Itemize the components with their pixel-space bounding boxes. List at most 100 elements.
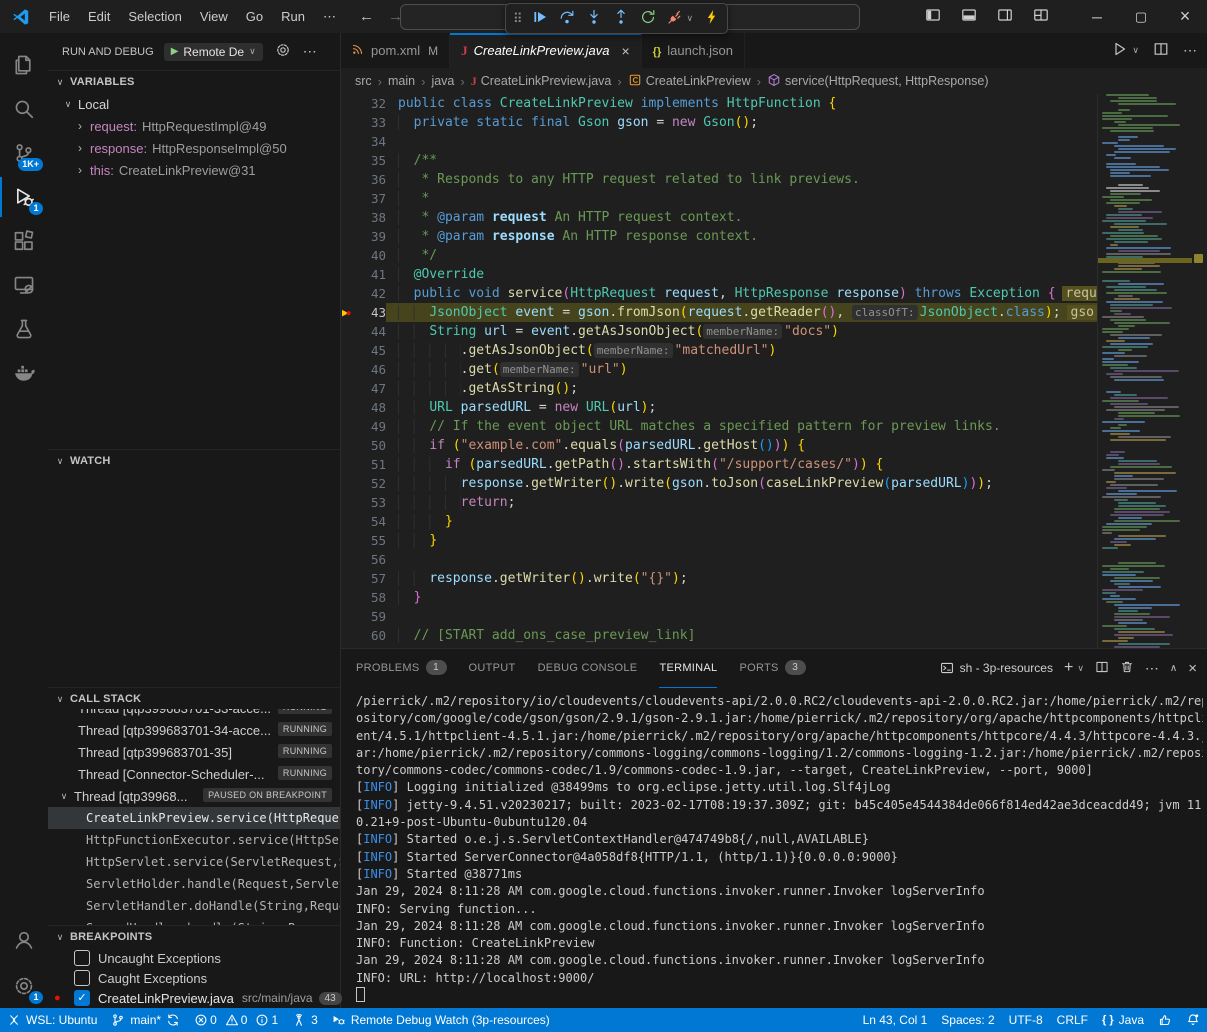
code-line[interactable]: 49 // If the event object URL matches a …: [340, 417, 1097, 436]
code-line[interactable]: 36 * Responds to any HTTP request relate…: [340, 170, 1097, 189]
run-java-button[interactable]: [1112, 41, 1128, 60]
activity-run-and-debug-icon[interactable]: 1: [0, 175, 48, 219]
breakpoint-checkbox[interactable]: ✓: [74, 990, 90, 1006]
code-line[interactable]: 50 if ("example.com".equals(parsedURL.ge…: [340, 436, 1097, 455]
step-into-button[interactable]: [586, 9, 602, 28]
gutter-line-number[interactable]: 59: [340, 607, 386, 626]
overview-ruler[interactable]: [1191, 94, 1207, 648]
hot-code-replace-button[interactable]: [704, 9, 720, 28]
new-terminal-icon[interactable]: +: [1064, 659, 1073, 677]
panel-tab-terminal[interactable]: TERMINAL: [659, 649, 717, 688]
kill-terminal-icon[interactable]: [1120, 660, 1134, 677]
gutter-line-number[interactable]: 34: [340, 132, 386, 151]
gutter-line-number[interactable]: 41: [340, 265, 386, 284]
activity-docker-icon[interactable]: [0, 351, 48, 395]
variable-row[interactable]: ›request:HttpRequestImpl@49: [48, 115, 340, 137]
activity-testing-icon[interactable]: [0, 307, 48, 351]
status-notifications[interactable]: [1179, 1013, 1207, 1027]
activity-search-icon[interactable]: [0, 87, 48, 131]
activity-extensions-icon[interactable]: [0, 219, 48, 263]
maximize-button[interactable]: ▢: [1119, 0, 1163, 33]
gutter-line-number[interactable]: 39: [340, 227, 386, 246]
gutter-line-number[interactable]: 60: [340, 626, 386, 645]
split-terminal-icon[interactable]: [1095, 660, 1109, 677]
code-line[interactable]: 42 public void service(HttpRequest reque…: [340, 284, 1097, 303]
breadcrumb-item[interactable]: main: [388, 74, 415, 88]
code-line[interactable]: 44 String url = event.getAsJsonObject(me…: [340, 322, 1097, 341]
toggle-secondary-sidebar-icon[interactable]: [997, 7, 1013, 26]
code-line[interactable]: 32public class CreateLinkPreview impleme…: [340, 94, 1097, 113]
toggle-primary-sidebar-icon[interactable]: [925, 7, 941, 26]
drag-handle-icon[interactable]: ⠿: [513, 11, 521, 27]
status-language[interactable]: { }Java: [1095, 1013, 1151, 1027]
status-indentation[interactable]: Spaces: 2: [934, 1013, 1001, 1027]
customize-layout-icon[interactable]: [1033, 7, 1049, 26]
status-ports[interactable]: 3: [285, 1008, 325, 1032]
code-line[interactable]: 58 }: [340, 588, 1097, 607]
stack-frame-row[interactable]: HttpServlet.service(ServletRequest,S: [48, 851, 340, 873]
tab-pom-xml[interactable]: pom.xmlM: [340, 33, 450, 68]
breakpoint-row[interactable]: Caught Exceptions: [48, 968, 340, 988]
debug-settings-gear-icon[interactable]: [275, 42, 291, 61]
variables-header[interactable]: ∨VARIABLES: [48, 70, 340, 93]
code-line[interactable]: 41 @Override: [340, 265, 1097, 284]
activity-remote-explorer-icon[interactable]: [0, 263, 48, 307]
run-dropdown-chevron-icon[interactable]: ∨: [1132, 45, 1139, 56]
code-line[interactable]: 43▶● JsonObject event = gson.fromJson(re…: [340, 303, 1097, 322]
gutter-line-number[interactable]: 46: [340, 360, 386, 379]
gutter-line-number[interactable]: 52: [340, 474, 386, 493]
gutter-line-number[interactable]: 58: [340, 588, 386, 607]
thread-row[interactable]: Thread [qtp399683701-35]RUNNING: [48, 741, 340, 763]
breadcrumb-item[interactable]: CreateLinkPreview: [628, 73, 751, 90]
start-debug-icon[interactable]: ▶: [171, 46, 179, 57]
close-panel-icon[interactable]: ×: [1188, 660, 1197, 677]
gutter-line-number[interactable]: 43▶●: [340, 303, 386, 322]
status-remote[interactable]: WSL: Ubuntu: [0, 1008, 104, 1032]
thread-row[interactable]: Thread [qtp399683701-34-acce...RUNNING: [48, 719, 340, 741]
status-cursor-position[interactable]: Ln 43, Col 1: [856, 1013, 935, 1027]
breakpoints-header[interactable]: ∨BREAKPOINTS: [48, 925, 340, 948]
launch-config-dropdown[interactable]: ▶ Remote De ∨: [164, 43, 263, 61]
code-line[interactable]: 56: [340, 550, 1097, 569]
continue-button[interactable]: [532, 9, 548, 28]
panel-tab-problems[interactable]: PROBLEMS1: [356, 649, 447, 688]
gutter-line-number[interactable]: 48: [340, 398, 386, 417]
stack-frame-row[interactable]: HttpFunctionExecutor.service(HttpSer: [48, 829, 340, 851]
code-line[interactable]: 53 return;: [340, 493, 1097, 512]
gutter-line-number[interactable]: 47: [340, 379, 386, 398]
gutter-line-number[interactable]: 38: [340, 208, 386, 227]
breakpoint-checkbox[interactable]: [74, 950, 90, 966]
breakpoint-row[interactable]: Uncaught Exceptions: [48, 948, 340, 968]
code-line[interactable]: 55 }: [340, 531, 1097, 550]
breadcrumb-item[interactable]: java: [431, 74, 454, 88]
gutter-line-number[interactable]: 40: [340, 246, 386, 265]
variable-row[interactable]: ›this:CreateLinkPreview@31: [48, 159, 340, 181]
disconnect-button[interactable]: [667, 9, 683, 28]
gutter-line-number[interactable]: 50: [340, 436, 386, 455]
terminal-output[interactable]: /pierrick/.m2/repository/io/cloudevents/…: [356, 693, 1203, 1007]
status-problems[interactable]: 001: [187, 1008, 285, 1032]
status-feedback[interactable]: [1151, 1013, 1179, 1027]
code-line[interactable]: 35 /**: [340, 151, 1097, 170]
breakpoint-row[interactable]: ●✓CreateLinkPreview.javasrc/main/java43: [48, 988, 340, 1008]
gutter-line-number[interactable]: 33: [340, 113, 386, 132]
code-line[interactable]: 47 .getAsString();: [340, 379, 1097, 398]
variable-row[interactable]: ›response:HttpResponseImpl@50: [48, 137, 340, 159]
step-out-button[interactable]: [613, 9, 629, 28]
watch-header[interactable]: ∨WATCH: [48, 449, 340, 472]
editor-more-actions-icon[interactable]: ⋯: [1183, 42, 1197, 59]
panel-tab-ports[interactable]: PORTS3: [739, 649, 805, 688]
menu-item-edit[interactable]: Edit: [79, 9, 119, 25]
sidebar-more-actions-icon[interactable]: ⋯: [303, 43, 317, 60]
breadcrumb-item[interactable]: JCreateLinkPreview.java: [471, 74, 612, 89]
gutter-line-number[interactable]: 57: [340, 569, 386, 588]
variables-scope-row[interactable]: ∨Local: [48, 93, 340, 115]
gutter-line-number[interactable]: 49: [340, 417, 386, 436]
maximize-panel-icon[interactable]: ∧: [1170, 663, 1177, 674]
stack-frame-row[interactable]: ScopedHandler.handle(String,Requ: [48, 917, 340, 925]
code-line[interactable]: 60 // [START add_ons_case_preview_link]: [340, 626, 1097, 645]
gutter-line-number[interactable]: 35: [340, 151, 386, 170]
status-debug[interactable]: Remote Debug Watch (3p-resources): [325, 1008, 557, 1032]
gutter-line-number[interactable]: 44: [340, 322, 386, 341]
toggle-panel-icon[interactable]: [961, 7, 977, 26]
